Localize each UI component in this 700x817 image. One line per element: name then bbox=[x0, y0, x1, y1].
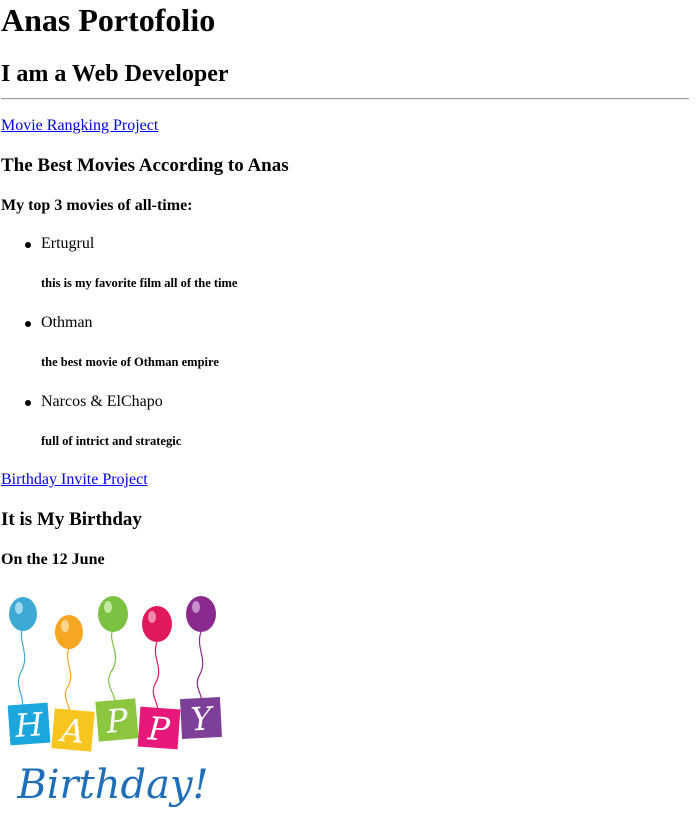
movies-heading: The Best Movies According to Anas bbox=[1, 155, 289, 176]
svg-text:H: H bbox=[13, 705, 46, 745]
page-title: Anas Portofolio bbox=[1, 2, 216, 38]
svg-text:P: P bbox=[146, 709, 172, 749]
bullet-icon bbox=[25, 242, 31, 248]
movie-description: the best movie of Othman empire bbox=[41, 355, 219, 369]
movies-list: Ertugrul this is my favorite film all of… bbox=[1, 235, 401, 472]
movie-description: this is my favorite film all of the time bbox=[41, 276, 238, 290]
birthday-project-link[interactable]: Birthday Invite Project bbox=[1, 471, 148, 489]
page-subtitle: I am a Web Developer bbox=[1, 61, 229, 87]
movie-project-link[interactable]: Movie Rangking Project bbox=[1, 117, 158, 135]
happy-birthday-image: H A P P Y Birthday! bbox=[7, 596, 223, 808]
divider bbox=[1, 98, 689, 100]
birthday-script-text: Birthday! bbox=[16, 762, 208, 808]
list-item: Narcos & ElChapo full of intrict and str… bbox=[1, 393, 401, 472]
movies-subheading: My top 3 movies of all-time: bbox=[1, 197, 193, 214]
bullet-icon bbox=[25, 321, 31, 327]
svg-text:P: P bbox=[104, 701, 130, 741]
happy-banner: H A P P Y bbox=[7, 696, 223, 752]
movie-description: full of intrict and strategic bbox=[41, 434, 182, 448]
list-item: Ertugrul this is my favorite film all of… bbox=[1, 235, 401, 314]
bullet-icon bbox=[25, 400, 31, 406]
movie-name: Narcos & ElChapo bbox=[41, 393, 163, 410]
movie-name: Othman bbox=[41, 314, 93, 331]
movie-name: Ertugrul bbox=[41, 235, 95, 252]
birthday-date: On the 12 June bbox=[1, 551, 105, 568]
list-item: Othman the best movie of Othman empire bbox=[1, 314, 401, 393]
birthday-heading: It is My Birthday bbox=[1, 509, 142, 530]
